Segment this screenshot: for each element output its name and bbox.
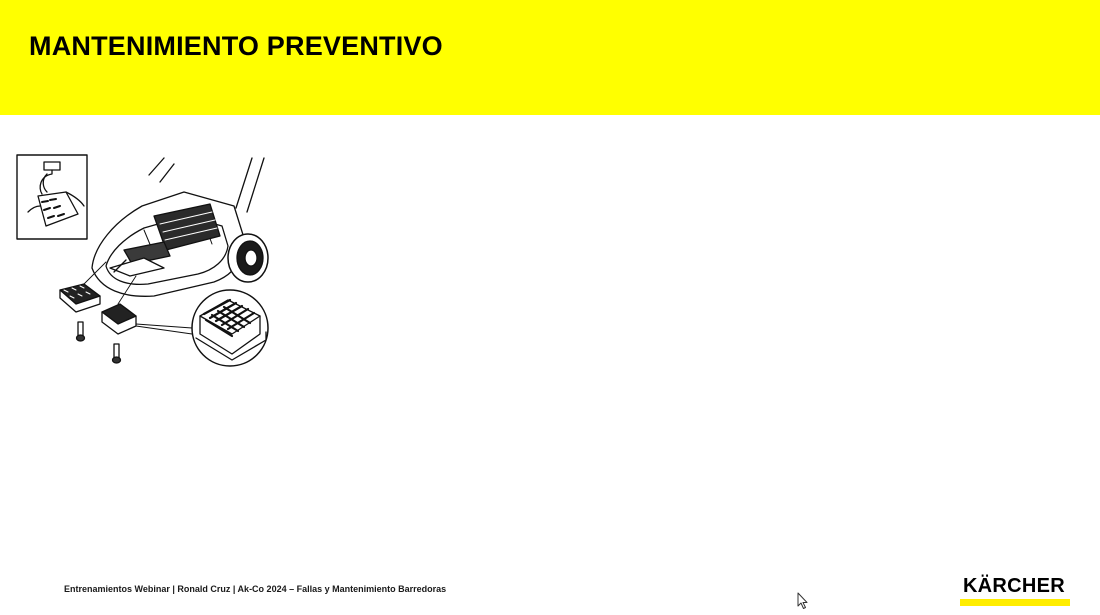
- logo-text: KÄRCHER: [962, 575, 1066, 597]
- mouse-cursor-icon: [797, 592, 808, 609]
- sweeper-filter-illustration: [16, 154, 269, 367]
- slide-title: MANTENIMIENTO PREVENTIVO: [29, 31, 443, 61]
- logo-accent-bar: [960, 599, 1070, 606]
- filter-pad-left: [59, 283, 101, 313]
- inset-washing-icon: [16, 154, 88, 240]
- karcher-logo: KÄRCHER: [958, 575, 1070, 608]
- zoom-detail-filter: [191, 289, 269, 367]
- screw-left: [75, 321, 86, 342]
- screw-center: [111, 343, 122, 364]
- filter-pad-center: [101, 303, 137, 335]
- footer-text: Entrenamientos Webinar | Ronald Cruz | A…: [64, 584, 447, 594]
